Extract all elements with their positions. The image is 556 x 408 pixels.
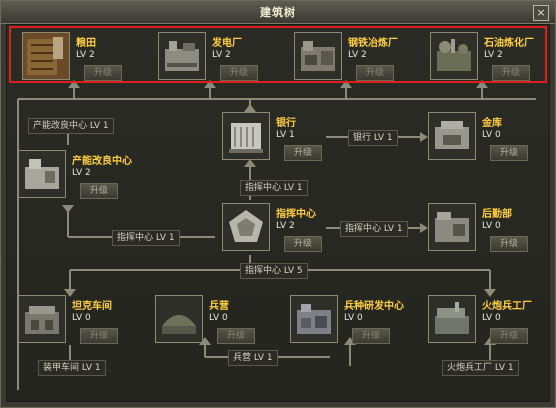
building-bank[interactable]: 银行 LV 1 升级 — [222, 112, 322, 162]
building-tank-workshop[interactable]: 坦克车间 LV 0 升级 — [18, 295, 118, 345]
building-level: LV 2 — [76, 50, 95, 60]
building-artillery-factory[interactable]: 火炮兵工厂 LV 0 升级 — [428, 295, 532, 345]
building-hq[interactable]: 指挥中心 LV 2 升级 — [222, 203, 322, 253]
building-name: 兵种研发中心 — [344, 301, 404, 312]
building-power-plant[interactable]: 发电厂 LV 2 升级 — [158, 32, 258, 82]
power-plant-icon — [158, 32, 206, 80]
building-level: LV 2 — [484, 50, 503, 60]
bank-icon — [222, 112, 270, 160]
link-label-energy: 产能改良中心 LV 1 — [28, 118, 114, 134]
building-research-center[interactable]: 兵种研发中心 LV 0 升级 — [290, 295, 404, 345]
upgrade-button[interactable]: 升级 — [490, 328, 528, 344]
building-steel-mill[interactable]: 钢铁冶炼厂 LV 2 升级 — [294, 32, 398, 82]
building-level: LV 0 — [72, 313, 91, 323]
upgrade-button[interactable]: 升级 — [80, 328, 118, 344]
steel-mill-icon — [294, 32, 342, 80]
building-name: 金库 — [482, 118, 502, 129]
building-level: LV 0 — [482, 313, 501, 323]
upgrade-button[interactable]: 升级 — [284, 236, 322, 252]
link-label-hq-logistics: 指挥中心 LV 1 — [340, 221, 408, 237]
upgrade-button[interactable]: 升级 — [284, 145, 322, 161]
building-level: LV 2 — [212, 50, 231, 60]
building-farm[interactable]: 粮田 LV 2 升级 — [22, 32, 122, 82]
vault-icon — [428, 112, 476, 160]
upgrade-button[interactable]: 升级 — [490, 236, 528, 252]
upgrade-button[interactable]: 升级 — [84, 65, 122, 81]
building-level: LV 0 — [344, 313, 363, 323]
upgrade-button[interactable]: 升级 — [352, 328, 390, 344]
building-name: 后勤部 — [482, 209, 512, 220]
farm-icon — [22, 32, 70, 80]
link-label-hq-bank: 指挥中心 LV 1 — [240, 180, 308, 196]
building-barracks[interactable]: 兵营 LV 0 升级 — [155, 295, 255, 345]
building-oil-refinery[interactable]: 石油炼化厂 LV 2 升级 — [430, 32, 534, 82]
building-name: 产能改良中心 — [72, 156, 132, 167]
hq-icon — [222, 203, 270, 251]
building-level: LV 0 — [482, 130, 501, 140]
building-level: LV 0 — [209, 313, 228, 323]
link-label-hq-energy: 指挥中心 LV 1 — [112, 230, 180, 246]
building-level: LV 2 — [276, 221, 295, 231]
building-name: 发电厂 — [212, 38, 242, 49]
link-label-barracks: 兵营 LV 1 — [228, 350, 278, 366]
building-level: LV 0 — [482, 221, 501, 231]
upgrade-button[interactable]: 升级 — [80, 183, 118, 199]
building-name: 钢铁冶炼厂 — [348, 38, 398, 49]
link-label-tank: 装甲车间 LV 1 — [38, 360, 106, 376]
upgrade-button[interactable]: 升级 — [492, 65, 530, 81]
building-name: 坦克车间 — [72, 301, 112, 312]
upgrade-button[interactable]: 升级 — [217, 328, 255, 344]
building-name: 银行 — [276, 118, 296, 129]
artillery-factory-icon — [428, 295, 476, 343]
research-center-icon — [290, 295, 338, 343]
barracks-icon — [155, 295, 203, 343]
building-level: LV 2 — [72, 168, 91, 178]
link-label-hq-bottom: 指挥中心 LV 5 — [240, 263, 308, 279]
tank-workshop-icon — [18, 295, 66, 343]
building-name: 指挥中心 — [276, 209, 316, 220]
building-name: 火炮兵工厂 — [482, 301, 532, 312]
logistics-icon — [428, 203, 476, 251]
link-label-artillery: 火炮兵工厂 LV 1 — [442, 360, 519, 376]
link-label-bank: 银行 LV 1 — [348, 130, 398, 146]
building-name: 石油炼化厂 — [484, 38, 534, 49]
building-name: 粮田 — [76, 38, 96, 49]
building-level: LV 1 — [276, 130, 295, 140]
building-vault[interactable]: 金库 LV 0 升级 — [428, 112, 528, 162]
energy-center-icon — [18, 150, 66, 198]
building-logistics[interactable]: 后勤部 LV 0 升级 — [428, 203, 528, 253]
building-name: 兵营 — [209, 301, 229, 312]
oil-refinery-icon — [430, 32, 478, 80]
building-energy-center[interactable]: 产能改良中心 LV 2 升级 — [18, 150, 132, 200]
upgrade-button[interactable]: 升级 — [490, 145, 528, 161]
upgrade-button[interactable]: 升级 — [356, 65, 394, 81]
building-level: LV 2 — [348, 50, 367, 60]
upgrade-button[interactable]: 升级 — [220, 65, 258, 81]
